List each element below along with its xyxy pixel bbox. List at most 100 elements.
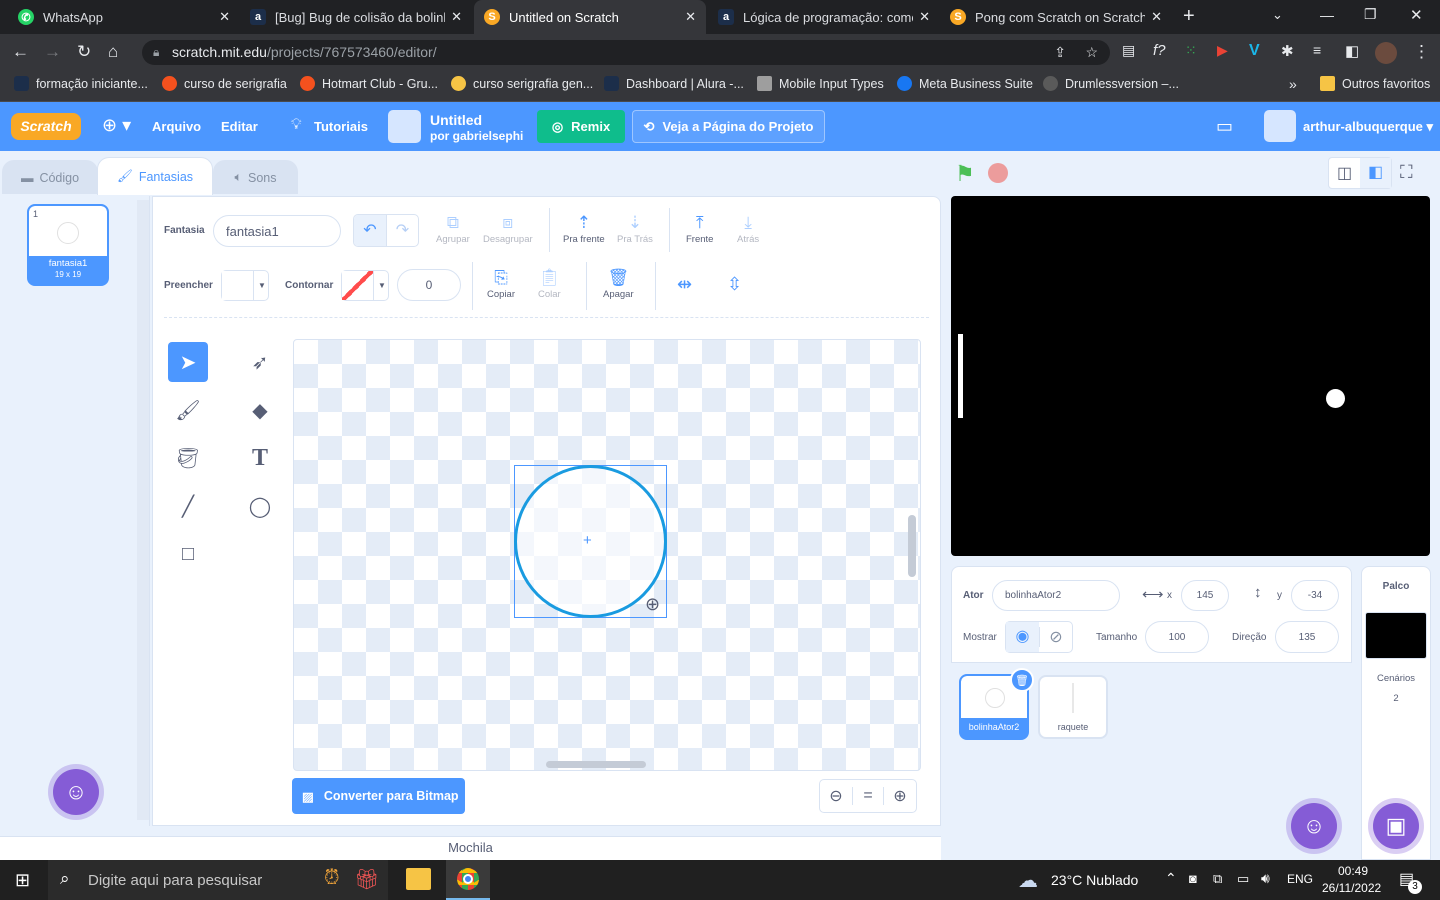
forward-layer-button[interactable]: ⇡ Pra frente bbox=[563, 212, 605, 245]
zoom-reset-button[interactable]: = bbox=[852, 787, 884, 805]
sprite-y-input[interactable]: -34 bbox=[1291, 580, 1339, 611]
convert-bitmap-button[interactable]: ▨ Converter para Bitmap bbox=[292, 778, 465, 814]
minimize-icon[interactable]: — bbox=[1320, 7, 1334, 23]
delete-button[interactable]: 🗑︎ Apagar bbox=[603, 267, 634, 300]
sprite-tile[interactable]: raquete bbox=[1038, 675, 1108, 739]
bookmark-item[interactable]: Mobile Input Types bbox=[757, 76, 884, 91]
home-icon[interactable]: ⌂ bbox=[108, 42, 118, 62]
tab-alura-logica[interactable]: a Lógica de programação: começ ✕ bbox=[708, 0, 940, 34]
profile-avatar[interactable] bbox=[1375, 42, 1397, 64]
choose-sprite-button[interactable]: ☺ bbox=[1291, 803, 1337, 849]
close-icon[interactable]: ✕ bbox=[685, 9, 696, 25]
taskbar-search[interactable]: ⌕ Digite aqui para pesquisar ⏰︎ 🎁︎ bbox=[48, 860, 388, 900]
windows-start-icon[interactable]: ⊞ bbox=[15, 870, 30, 891]
canvas-horizontal-scrollbar[interactable] bbox=[546, 761, 646, 768]
bookmark-star-icon[interactable]: ☆ bbox=[1085, 40, 1098, 65]
choose-costume-button[interactable]: ☺ bbox=[53, 769, 99, 815]
extension-icon[interactable]: f? bbox=[1153, 42, 1166, 59]
flip-vertical-icon[interactable]: ⇳ bbox=[727, 274, 742, 295]
bookmark-folder[interactable]: Outros favoritos bbox=[1320, 76, 1430, 91]
costume-item[interactable]: 1 fantasia1 19 x 19 bbox=[27, 204, 109, 286]
sprite-size-input[interactable]: 100 bbox=[1145, 621, 1209, 653]
tutorials-menu[interactable]: Tutoriais bbox=[314, 119, 368, 134]
extension-icon[interactable]: ▤ bbox=[1122, 42, 1135, 59]
costume-name-input[interactable]: fantasia1 bbox=[213, 215, 341, 247]
fill-color-picker[interactable]: ▼ bbox=[221, 270, 269, 301]
bookmark-item[interactable]: formação iniciante... bbox=[14, 76, 148, 91]
rotate-handle-icon[interactable]: ⊕ bbox=[645, 594, 660, 615]
edit-menu[interactable]: Editar bbox=[221, 119, 258, 134]
zoom-out-icon[interactable]: ⊖ bbox=[820, 786, 852, 806]
costume-list-scrollbar[interactable] bbox=[137, 200, 149, 820]
new-tab-icon[interactable]: + bbox=[1183, 5, 1195, 28]
tray-icon[interactable]: ◙ bbox=[1189, 871, 1197, 886]
tab-code[interactable]: ▬ Código bbox=[2, 160, 98, 194]
eye-slash-icon[interactable]: ⊘ bbox=[1038, 627, 1072, 647]
chrome-taskbar-button[interactable] bbox=[446, 860, 490, 900]
stop-icon[interactable] bbox=[988, 163, 1008, 183]
window-close-icon[interactable]: ✕ bbox=[1410, 6, 1423, 24]
paddle-sprite[interactable] bbox=[958, 334, 963, 418]
bookmark-item[interactable]: Drumlessversion –... bbox=[1043, 76, 1179, 91]
eraser-tool[interactable]: ◆ bbox=[240, 390, 280, 430]
tray-icon[interactable]: ⧉ bbox=[1213, 871, 1222, 887]
reshape-tool[interactable]: ➶ bbox=[240, 342, 280, 382]
bookmark-item[interactable]: Dashboard | Alura -... bbox=[604, 76, 744, 91]
bookmark-item[interactable]: Meta Business Suite bbox=[897, 76, 1033, 91]
line-tool[interactable]: ╱ bbox=[168, 486, 208, 526]
fill-tool[interactable]: 🪣︎ bbox=[168, 438, 208, 478]
media-icon[interactable]: ≡ bbox=[1313, 42, 1321, 58]
ball-sprite[interactable] bbox=[1326, 389, 1345, 408]
weather-text[interactable]: 23°C Nublado bbox=[1051, 872, 1138, 888]
backpack-bar[interactable]: Mochila bbox=[0, 836, 941, 860]
restore-icon[interactable]: ❐ bbox=[1364, 6, 1377, 23]
tab-search-icon[interactable]: ⌄ bbox=[1272, 7, 1283, 23]
fullscreen-icon[interactable]: ⛶ bbox=[1400, 162, 1413, 183]
group-button[interactable]: ⧉ Agrupar bbox=[436, 212, 470, 245]
small-stage-icon[interactable]: ◫ bbox=[1329, 163, 1360, 183]
tray-chevron-icon[interactable]: ⌃ bbox=[1165, 870, 1177, 887]
language-indicator[interactable]: ENG bbox=[1287, 872, 1313, 886]
bookmark-item[interactable]: curso serigrafia gen... bbox=[451, 76, 593, 91]
rectangle-tool[interactable]: □ bbox=[168, 534, 208, 574]
paint-canvas[interactable]: + ⊕ bbox=[293, 339, 921, 771]
stage-canvas[interactable] bbox=[951, 196, 1430, 556]
normal-stage-icon[interactable]: ◧ bbox=[1360, 158, 1391, 188]
puzzle-icon[interactable]: ✱ bbox=[1281, 42, 1294, 60]
extension-icon[interactable]: ⁙ bbox=[1185, 42, 1197, 59]
eye-icon[interactable]: ◉ bbox=[1006, 622, 1039, 652]
close-icon[interactable]: ✕ bbox=[1151, 9, 1162, 25]
bookmark-item[interactable]: curso de serigrafia bbox=[162, 76, 287, 91]
zoom-in-icon[interactable]: ⊕ bbox=[884, 786, 916, 806]
tab-scratch-untitled[interactable]: S Untitled on Scratch ✕ bbox=[474, 0, 706, 34]
tab-alura-bug[interactable]: a [Bug] Bug de colisão da bolinha ✕ bbox=[240, 0, 472, 34]
share-icon[interactable]: ⇪ bbox=[1054, 40, 1066, 65]
tab-whatsapp[interactable]: ✆ WhatsApp ✕ bbox=[8, 0, 240, 34]
undo-button[interactable]: ↶ bbox=[354, 215, 386, 246]
file-explorer-icon[interactable] bbox=[406, 868, 431, 890]
username[interactable]: arthur-albuquerque ▾ bbox=[1303, 119, 1433, 135]
green-flag-icon[interactable]: ⚑ bbox=[955, 161, 975, 187]
back-button[interactable]: ⤓ Atrás bbox=[737, 212, 759, 245]
tab-costumes[interactable]: 🖌︎ Fantasias bbox=[97, 157, 213, 195]
tab-scratch-pong[interactable]: S Pong com Scratch on Scratch ✕ bbox=[940, 0, 1172, 34]
back-icon[interactable]: ← bbox=[12, 42, 29, 62]
close-icon[interactable]: ✕ bbox=[219, 9, 230, 25]
paste-button[interactable]: 📋︎ Colar bbox=[538, 267, 561, 300]
remix-button[interactable]: ◎ Remix bbox=[537, 110, 625, 143]
brush-tool[interactable]: 🖌︎ bbox=[168, 390, 208, 430]
language-globe-icon[interactable]: ⊕ ▾ bbox=[102, 115, 131, 136]
reload-icon[interactable]: ↻ bbox=[77, 42, 91, 62]
backward-layer-button[interactable]: ⇣ Pra Trás bbox=[617, 212, 653, 245]
scratch-logo[interactable]: Scratch bbox=[11, 113, 81, 140]
see-project-page-button[interactable]: ⟲ Veja a Página do Projeto bbox=[632, 110, 825, 143]
file-menu[interactable]: Arquivo bbox=[152, 119, 201, 134]
user-avatar[interactable] bbox=[1264, 110, 1296, 142]
sprite-direction-input[interactable]: 135 bbox=[1275, 621, 1339, 653]
menu-icon[interactable]: ⋮ bbox=[1413, 42, 1430, 62]
vimeo-icon[interactable]: V bbox=[1249, 42, 1260, 60]
clock-time[interactable]: 00:49 bbox=[1338, 864, 1368, 878]
sidepanel-icon[interactable]: ◧ bbox=[1345, 42, 1359, 60]
close-icon[interactable]: ✕ bbox=[919, 9, 930, 25]
address-bar[interactable]: 🔒︎ scratch.mit.edu/projects/767573460/ed… bbox=[142, 40, 1110, 65]
